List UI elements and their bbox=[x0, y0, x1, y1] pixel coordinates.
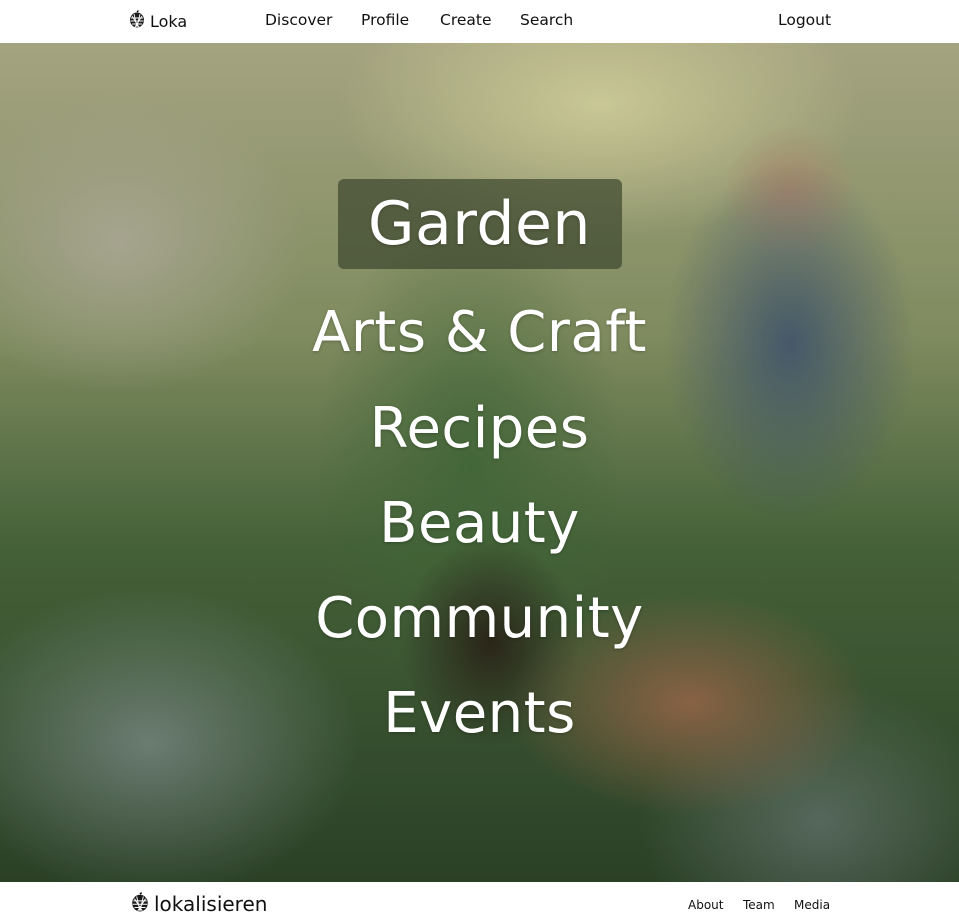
category-community[interactable]: Community bbox=[0, 586, 959, 652]
category-recipes[interactable]: Recipes bbox=[0, 396, 959, 462]
footer-brand-name: lokalisieren bbox=[154, 892, 268, 916]
hero-background-photo: Garden Arts & Craft Recipes Beauty Commu… bbox=[0, 43, 959, 882]
nav-create[interactable]: Create bbox=[440, 11, 492, 29]
brand-name: Loka bbox=[150, 11, 188, 31]
category-garden[interactable]: Garden bbox=[0, 191, 959, 257]
footer: lokalisieren About Team Media bbox=[0, 882, 959, 924]
footer-team-link[interactable]: Team bbox=[743, 898, 775, 912]
pinecone-logo-icon bbox=[128, 10, 146, 32]
footer-about-link[interactable]: About bbox=[688, 898, 723, 912]
nav-search[interactable]: Search bbox=[520, 11, 573, 29]
category-beauty[interactable]: Beauty bbox=[0, 491, 959, 557]
pinecone-logo-icon bbox=[130, 892, 150, 916]
logout-link[interactable]: Logout bbox=[778, 11, 831, 29]
nav-profile[interactable]: Profile bbox=[361, 11, 409, 29]
nav-discover[interactable]: Discover bbox=[265, 11, 332, 29]
footer-brand-link[interactable]: lokalisieren bbox=[130, 892, 267, 916]
hero-overlay bbox=[0, 43, 959, 882]
category-events[interactable]: Events bbox=[0, 681, 959, 747]
brand-home-link[interactable]: Loka bbox=[128, 10, 188, 32]
top-navigation: Loka Discover Profile Create Search Logo… bbox=[0, 0, 959, 43]
category-arts-craft[interactable]: Arts & Craft bbox=[0, 300, 959, 366]
footer-media-link[interactable]: Media bbox=[794, 898, 830, 912]
